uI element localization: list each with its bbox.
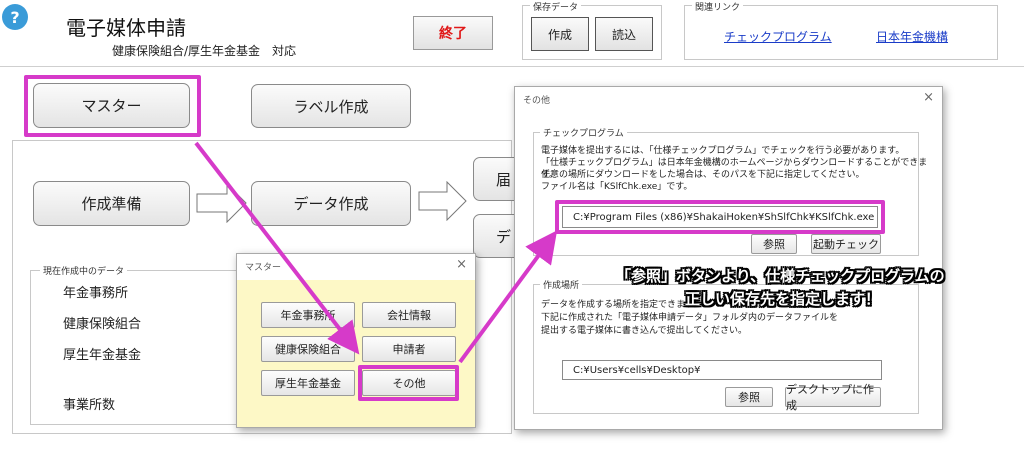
arrow-other-to-path — [458, 230, 558, 364]
arrow-master-to-other — [194, 141, 360, 355]
callout-line-2: 正しい保存先を指定します！ — [685, 290, 881, 308]
callout-line-1: 「参照」ボタンより、仕様チェックプログラムの — [616, 267, 945, 285]
annotation-arrows — [194, 141, 558, 364]
